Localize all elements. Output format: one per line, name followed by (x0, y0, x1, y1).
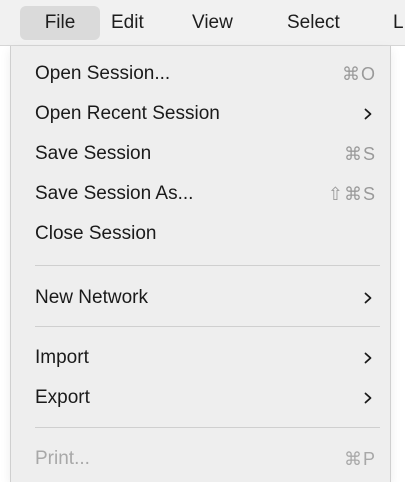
menu-item-label: Save Session (35, 143, 152, 164)
shortcut-label: ⌘O (341, 64, 376, 84)
menu-item-label: Import (35, 347, 89, 368)
menu-item-open-session[interactable]: Open Session... ⌘O (11, 59, 390, 89)
shortcut-label: ⇧⌘S (327, 184, 376, 204)
menu-item-save-session[interactable]: Save Session ⌘S (11, 139, 390, 169)
menubar-file[interactable]: File (20, 6, 100, 40)
menu-item-open-recent-session[interactable]: Open Recent Session (11, 99, 390, 129)
menu-item-label: Close Session (35, 223, 157, 244)
menu-item-export[interactable]: Export (11, 383, 390, 413)
menu-item-label: Export (35, 387, 90, 408)
chevron-right-icon (364, 108, 372, 120)
menubar-next-menu[interactable]: L (382, 6, 404, 40)
menubar-select[interactable]: Select (275, 6, 352, 40)
menu-item-new-network[interactable]: New Network (11, 283, 390, 313)
chevron-right-icon (364, 392, 372, 404)
menu-separator (35, 326, 380, 327)
menu-item-label: Open Session... (35, 63, 171, 84)
menu-item-print: Print... ⌘P (11, 444, 390, 474)
menu-separator (35, 427, 380, 428)
shortcut-label: ⌘S (343, 144, 376, 164)
menubar-view[interactable]: View (180, 6, 245, 40)
menubar-edit[interactable]: Edit (99, 6, 156, 40)
chevron-right-icon (364, 352, 372, 364)
menu-item-label: Print... (35, 448, 90, 469)
menu-item-label: Save Session As... (35, 183, 194, 204)
shortcut-label: ⌘P (343, 449, 376, 469)
menu-separator (35, 265, 380, 266)
menu-bar: File Edit View Select L (0, 0, 405, 46)
menu-item-label: Open Recent Session (35, 103, 220, 124)
menu-item-save-session-as[interactable]: Save Session As... ⇧⌘S (11, 179, 390, 209)
chevron-right-icon (364, 292, 372, 304)
menu-item-close-session[interactable]: Close Session (11, 219, 390, 249)
menu-item-label: New Network (35, 287, 148, 308)
menu-item-import[interactable]: Import (11, 343, 390, 373)
file-menu-dropdown: Open Session... ⌘O Open Recent Session S… (10, 46, 391, 482)
